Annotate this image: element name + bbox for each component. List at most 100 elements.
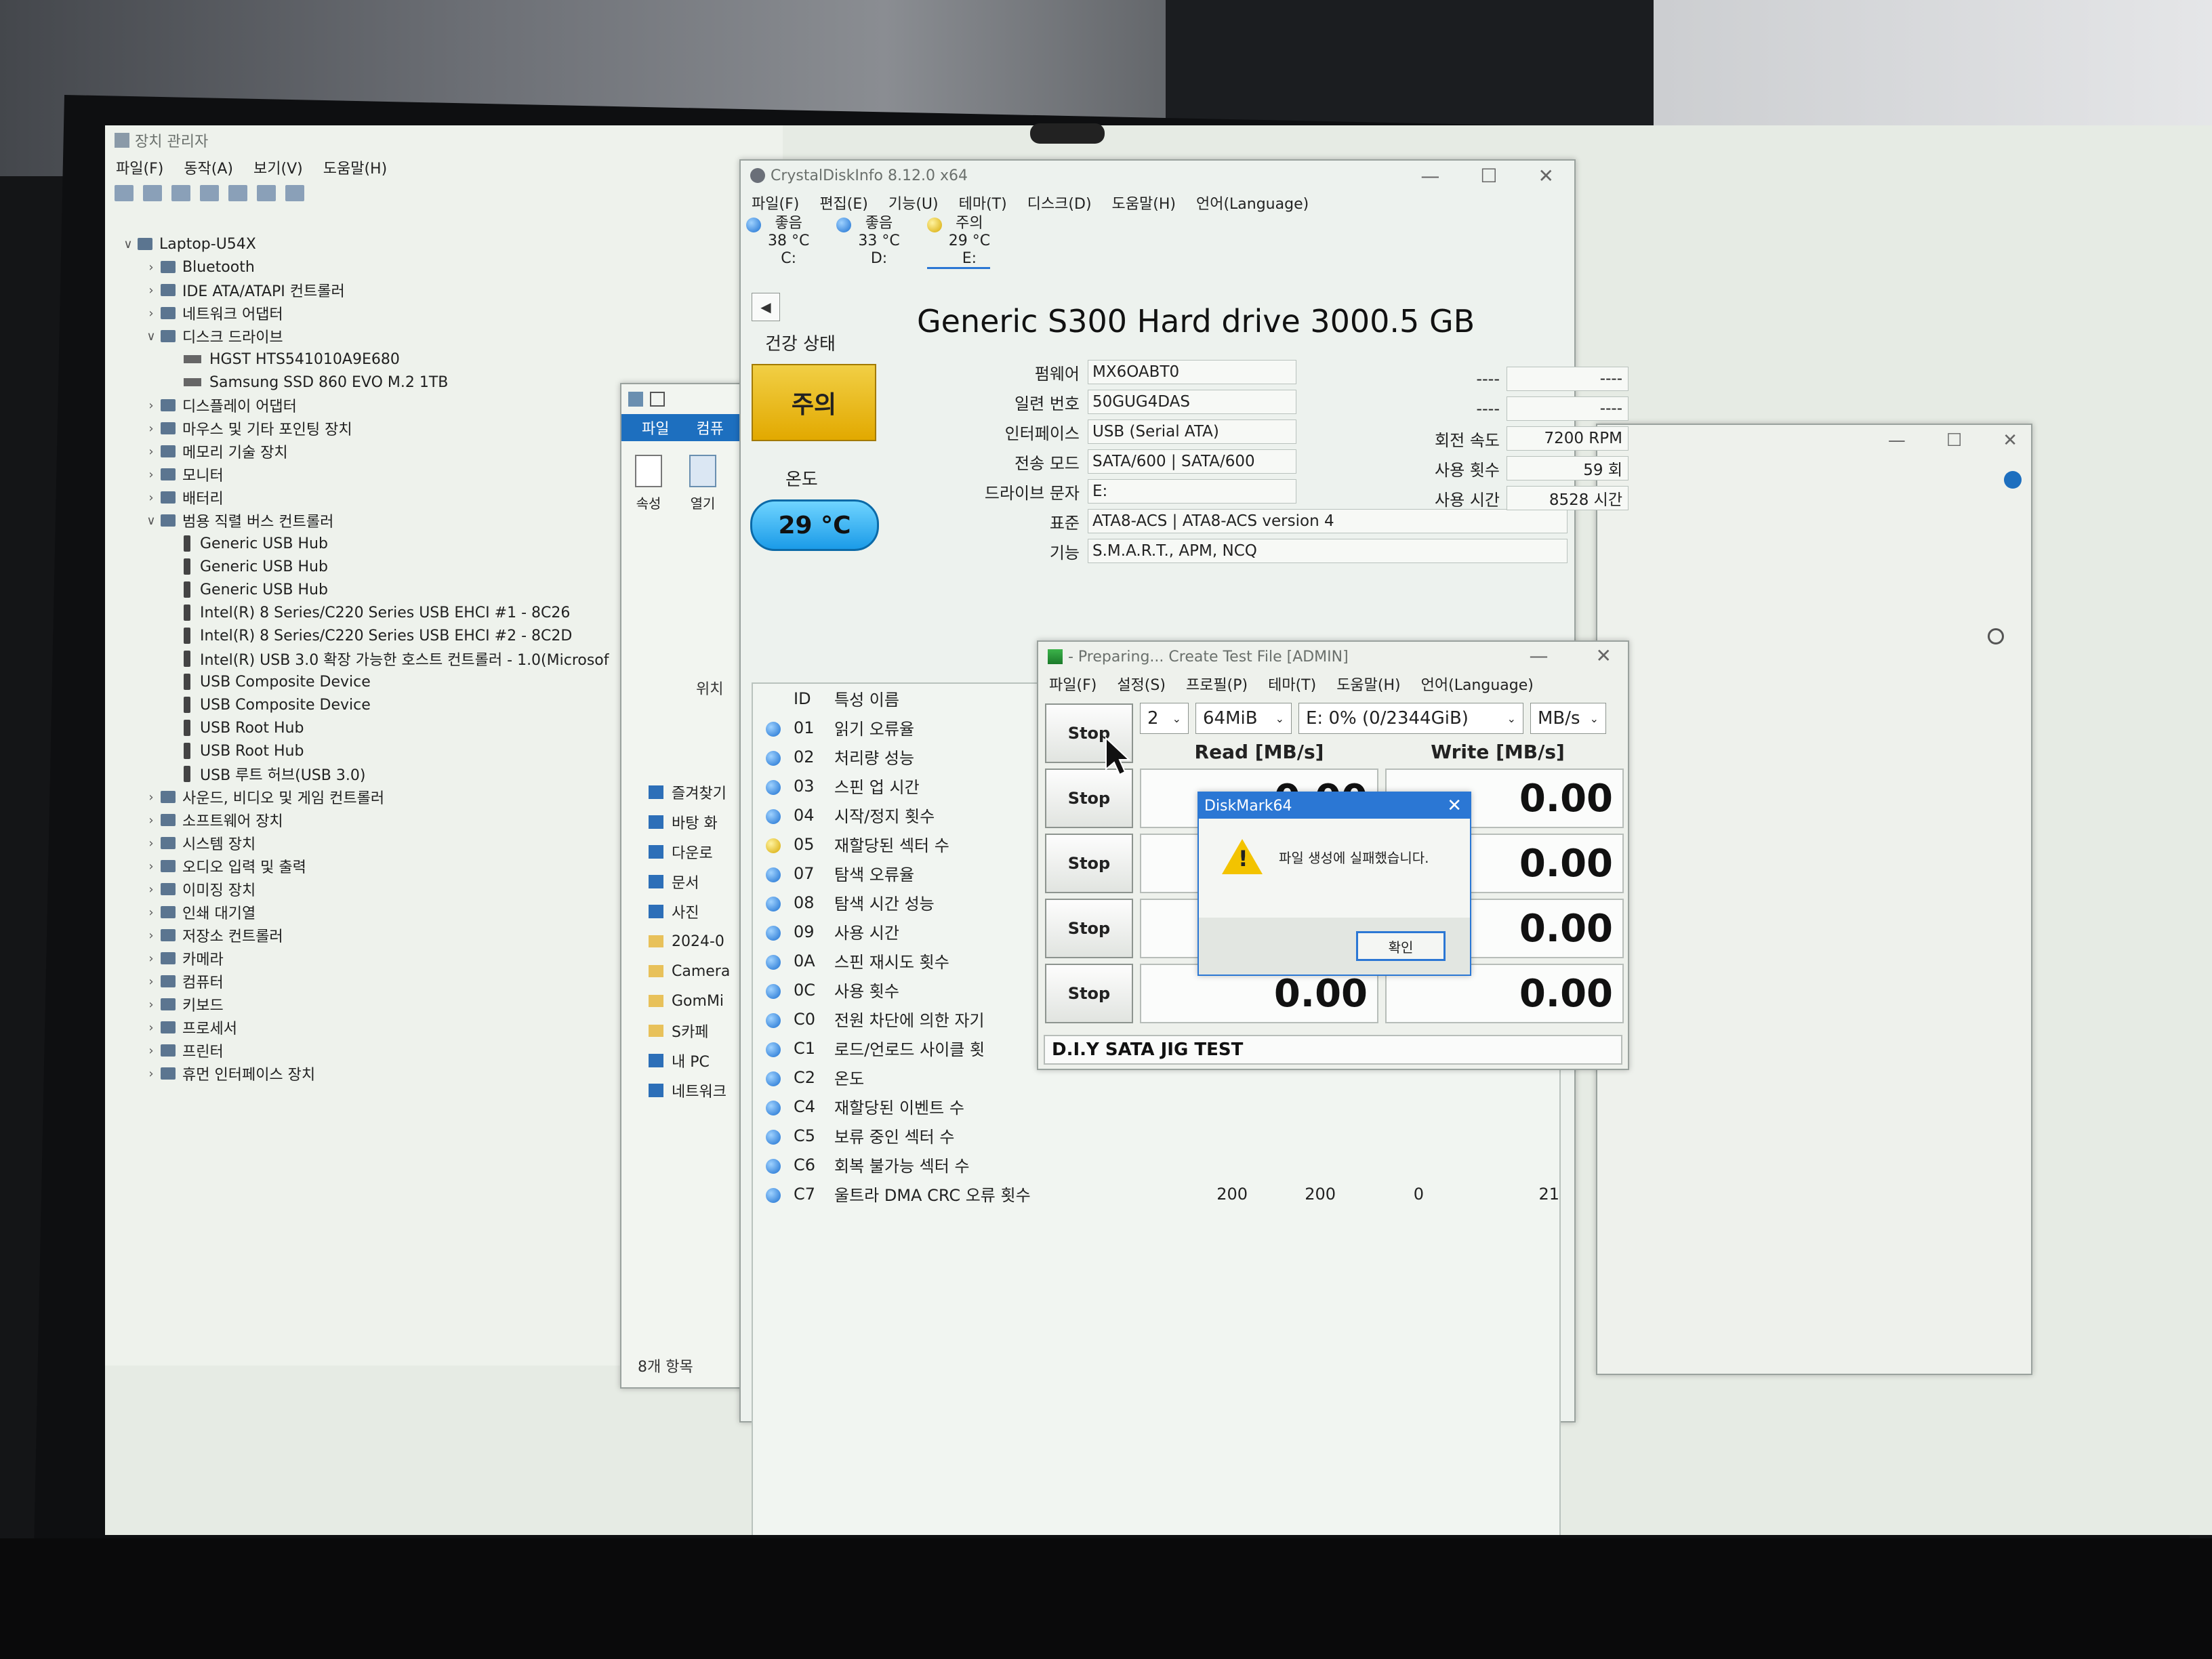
tree-chevron-icon[interactable]: › xyxy=(142,260,161,274)
tree-item[interactable]: USB 루트 허브(USB 3.0) xyxy=(119,762,609,785)
stop-button[interactable]: Stop xyxy=(1045,834,1133,893)
nav-item[interactable]: 문서 xyxy=(649,867,730,897)
tree-chevron-icon[interactable]: › xyxy=(142,422,161,436)
dialog-close-icon[interactable]: ✕ xyxy=(1447,796,1462,816)
checkbox-icon[interactable] xyxy=(650,392,665,407)
tree-chevron-icon[interactable]: › xyxy=(142,928,161,943)
tree-item[interactable]: › 프린터 xyxy=(119,1039,609,1062)
tree-chevron-icon[interactable]: › xyxy=(142,283,161,298)
tree-item[interactable]: Generic USB Hub xyxy=(119,578,609,601)
tree-item[interactable]: › 모니터 xyxy=(119,463,609,486)
tree-chevron-icon[interactable]: › xyxy=(142,998,161,1012)
tree-chevron-icon[interactable]: ∨ xyxy=(119,237,138,251)
properties-icon[interactable] xyxy=(171,185,190,201)
minimize-icon[interactable]: — xyxy=(1888,430,1906,451)
tree-item[interactable]: USB Composite Device xyxy=(119,693,609,716)
cdi-menu-item[interactable]: 테마(T) xyxy=(959,192,1007,213)
comment-field[interactable]: D.I.Y SATA JIG TEST xyxy=(1044,1035,1622,1065)
tree-chevron-icon[interactable]: › xyxy=(142,813,161,827)
tree-item[interactable]: Samsung SSD 860 EVO M.2 1TB xyxy=(119,371,609,394)
tree-chevron-icon[interactable]: › xyxy=(142,1044,161,1058)
dkm-menu-item[interactable]: 테마(T) xyxy=(1268,673,1316,695)
nav-item[interactable]: 내 PC xyxy=(649,1046,730,1076)
nav-item[interactable]: 사진 xyxy=(649,897,730,926)
tree-chevron-icon[interactable]: › xyxy=(142,951,161,966)
tab-file[interactable]: 파일 xyxy=(642,417,669,438)
tree-item[interactable]: › 시스템 장치 xyxy=(119,832,609,855)
details-icon[interactable] xyxy=(257,185,276,201)
maximize-icon[interactable]: ☐ xyxy=(1946,430,1962,451)
nav-item[interactable]: 네트워크 xyxy=(649,1076,730,1105)
help-circle-icon[interactable] xyxy=(2004,471,2022,489)
size-select[interactable]: 64MiB ⌄ xyxy=(1195,703,1292,734)
tree-chevron-icon[interactable]: ∨ xyxy=(142,514,161,528)
smart-row[interactable]: C5 보류 중인 섹터 수 xyxy=(753,1121,1559,1150)
cdi-minimize-icon[interactable]: — xyxy=(1420,165,1439,187)
tree-item[interactable]: Intel(R) 8 Series/C220 Series USB EHCI #… xyxy=(119,601,609,624)
tree-item[interactable]: › 오디오 입력 및 출력 xyxy=(119,855,609,878)
tree-item[interactable]: ∨ Laptop-U54X xyxy=(119,232,609,255)
forward-icon[interactable] xyxy=(143,185,162,201)
monitor-icon[interactable] xyxy=(285,185,304,201)
tree-item[interactable]: › 프로세서 xyxy=(119,1016,609,1039)
tree-item[interactable]: › 소프트웨어 장치 xyxy=(119,808,609,832)
unit-select[interactable]: MB/s ⌄ xyxy=(1530,703,1606,734)
tree-chevron-icon[interactable]: › xyxy=(142,1067,161,1081)
drive-tab[interactable]: 좋음 33 °C D: xyxy=(836,215,900,269)
tree-item[interactable]: › Bluetooth xyxy=(119,255,609,279)
tree-item[interactable]: › 이미징 장치 xyxy=(119,878,609,901)
menu-view[interactable]: 보기(V) xyxy=(253,157,303,178)
tree-item[interactable]: HGST HTS541010A9E680 xyxy=(119,348,609,371)
nav-item[interactable]: 바탕 화 xyxy=(649,807,730,837)
tree-item[interactable]: Intel(R) USB 3.0 확장 가능한 호스트 컨트롤러 - 1.0(M… xyxy=(119,647,609,670)
nav-item[interactable]: 2024-0 xyxy=(649,926,730,956)
smart-row[interactable]: C7 울트라 DMA CRC 오류 횟수 200 200 0 21 xyxy=(753,1179,1559,1208)
dkm-minimize-icon[interactable]: — xyxy=(1530,644,1549,667)
ok-button[interactable]: 확인 xyxy=(1356,931,1446,961)
tree-chevron-icon[interactable]: › xyxy=(142,445,161,459)
tree-item[interactable]: › 네트워크 어댑터 xyxy=(119,302,609,325)
tree-item[interactable]: USB Root Hub xyxy=(119,716,609,739)
tree-item[interactable]: Intel(R) 8 Series/C220 Series USB EHCI #… xyxy=(119,624,609,647)
dkm-menu-item[interactable]: 설정(S) xyxy=(1117,673,1166,695)
tree-chevron-icon[interactable]: › xyxy=(142,790,161,804)
cdi-menu-item[interactable]: 기능(U) xyxy=(888,192,939,213)
menu-help[interactable]: 도움말(H) xyxy=(323,157,387,178)
tree-chevron-icon[interactable]: › xyxy=(142,836,161,851)
search-icon[interactable] xyxy=(1988,628,2004,644)
drive-select[interactable]: E: 0% (0/2344GiB) ⌄ xyxy=(1298,703,1523,734)
cdi-menu-item[interactable]: 도움말(H) xyxy=(1112,192,1176,213)
tree-chevron-icon[interactable]: › xyxy=(142,468,161,482)
stop-button[interactable]: Stop xyxy=(1045,769,1133,828)
tab-computer[interactable]: 컴퓨 xyxy=(696,417,723,438)
tree-item[interactable]: › 메모리 기술 장치 xyxy=(119,440,609,463)
nav-item[interactable]: Camera xyxy=(649,956,730,986)
tree-item[interactable]: USB Root Hub xyxy=(119,739,609,762)
properties-button[interactable]: 속성 xyxy=(635,455,662,512)
stop-button[interactable]: Stop xyxy=(1045,964,1133,1023)
tree-item[interactable]: › 인쇄 대기열 xyxy=(119,901,609,924)
tree-chevron-icon[interactable]: ∨ xyxy=(142,329,161,344)
tree-item[interactable]: › 카메라 xyxy=(119,947,609,970)
stop-button[interactable]: Stop xyxy=(1045,899,1133,958)
back-icon[interactable] xyxy=(115,185,134,201)
tree-chevron-icon[interactable]: › xyxy=(142,306,161,321)
tree-chevron-icon[interactable]: › xyxy=(142,491,161,505)
tree-item[interactable]: › 디스플레이 어댑터 xyxy=(119,394,609,417)
tree-item[interactable]: Generic USB Hub xyxy=(119,555,609,578)
tree-item[interactable]: › 저장소 컨트롤러 xyxy=(119,924,609,947)
tree-item[interactable]: › 키보드 xyxy=(119,993,609,1016)
dkm-menu-item[interactable]: 프로필(P) xyxy=(1186,673,1248,695)
count-select[interactable]: 2 ⌄ xyxy=(1140,703,1189,734)
cdi-menu-item[interactable]: 편집(E) xyxy=(819,192,868,213)
dkm-menu-item[interactable]: 파일(F) xyxy=(1049,673,1097,695)
close-icon[interactable]: ✕ xyxy=(2003,430,2018,451)
tree-item[interactable]: › 휴먼 인터페이스 장치 xyxy=(119,1062,609,1085)
smart-row[interactable]: C4 재할당된 이벤트 수 xyxy=(753,1092,1559,1121)
nav-item[interactable]: 즐겨찾기 xyxy=(649,777,730,807)
dkm-menu-item[interactable]: 도움말(H) xyxy=(1336,673,1400,695)
tree-chevron-icon[interactable]: › xyxy=(142,905,161,920)
help-icon[interactable] xyxy=(228,185,247,201)
health-status[interactable]: 주의 xyxy=(752,364,876,441)
cdi-menu-item[interactable]: 언어(Language) xyxy=(1196,192,1309,213)
